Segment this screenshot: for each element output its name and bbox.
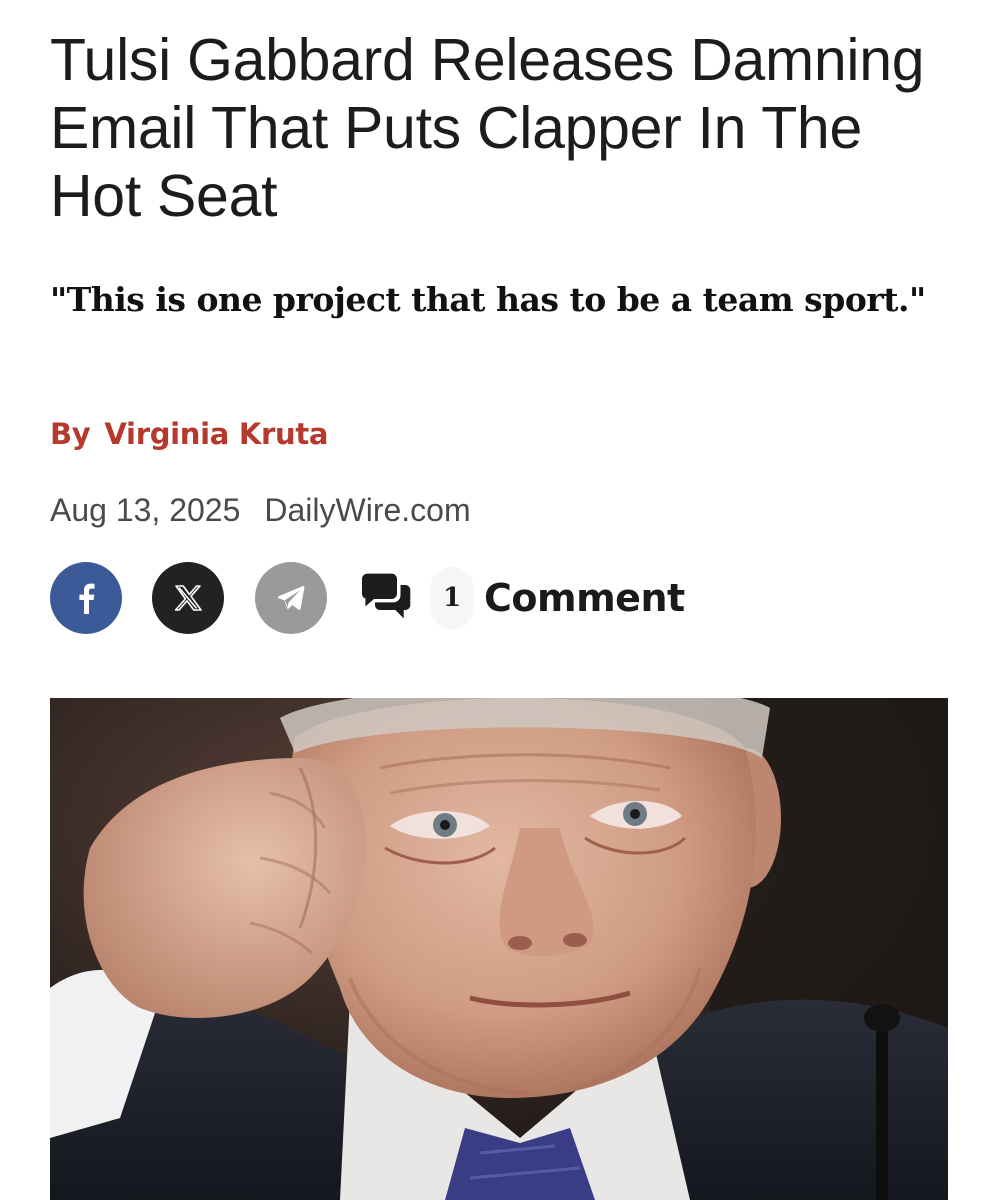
chat-bubbles-icon [362, 573, 411, 619]
byline-prefix: By [50, 417, 91, 451]
hero-image[interactable] [50, 698, 948, 1200]
facebook-share-button[interactable] [50, 562, 122, 634]
share-bar: 1 Comment [50, 562, 950, 634]
source-name: DailyWire.com [264, 492, 471, 528]
x-icon [174, 585, 202, 611]
telegram-icon [277, 585, 305, 610]
article-dek: "This is one project that has to be a te… [50, 280, 926, 319]
comment-count: 1 [430, 567, 474, 629]
hero-photo [50, 698, 948, 1200]
byline: By Virginia Kruta [50, 414, 329, 454]
facebook-icon [79, 583, 95, 614]
author-link[interactable]: Virginia Kruta [104, 417, 328, 451]
telegram-share-button[interactable] [255, 562, 327, 634]
publish-date: Aug 13, 2025 [50, 492, 241, 528]
article-meta: Aug 13, 2025 DailyWire.com [50, 488, 471, 532]
comment-label: Comment [484, 576, 685, 620]
x-share-button[interactable] [152, 562, 224, 634]
comments-button[interactable]: 1 Comment [356, 562, 685, 634]
article-headline: Tulsi Gabbard Releases Damning Email Tha… [50, 27, 925, 229]
